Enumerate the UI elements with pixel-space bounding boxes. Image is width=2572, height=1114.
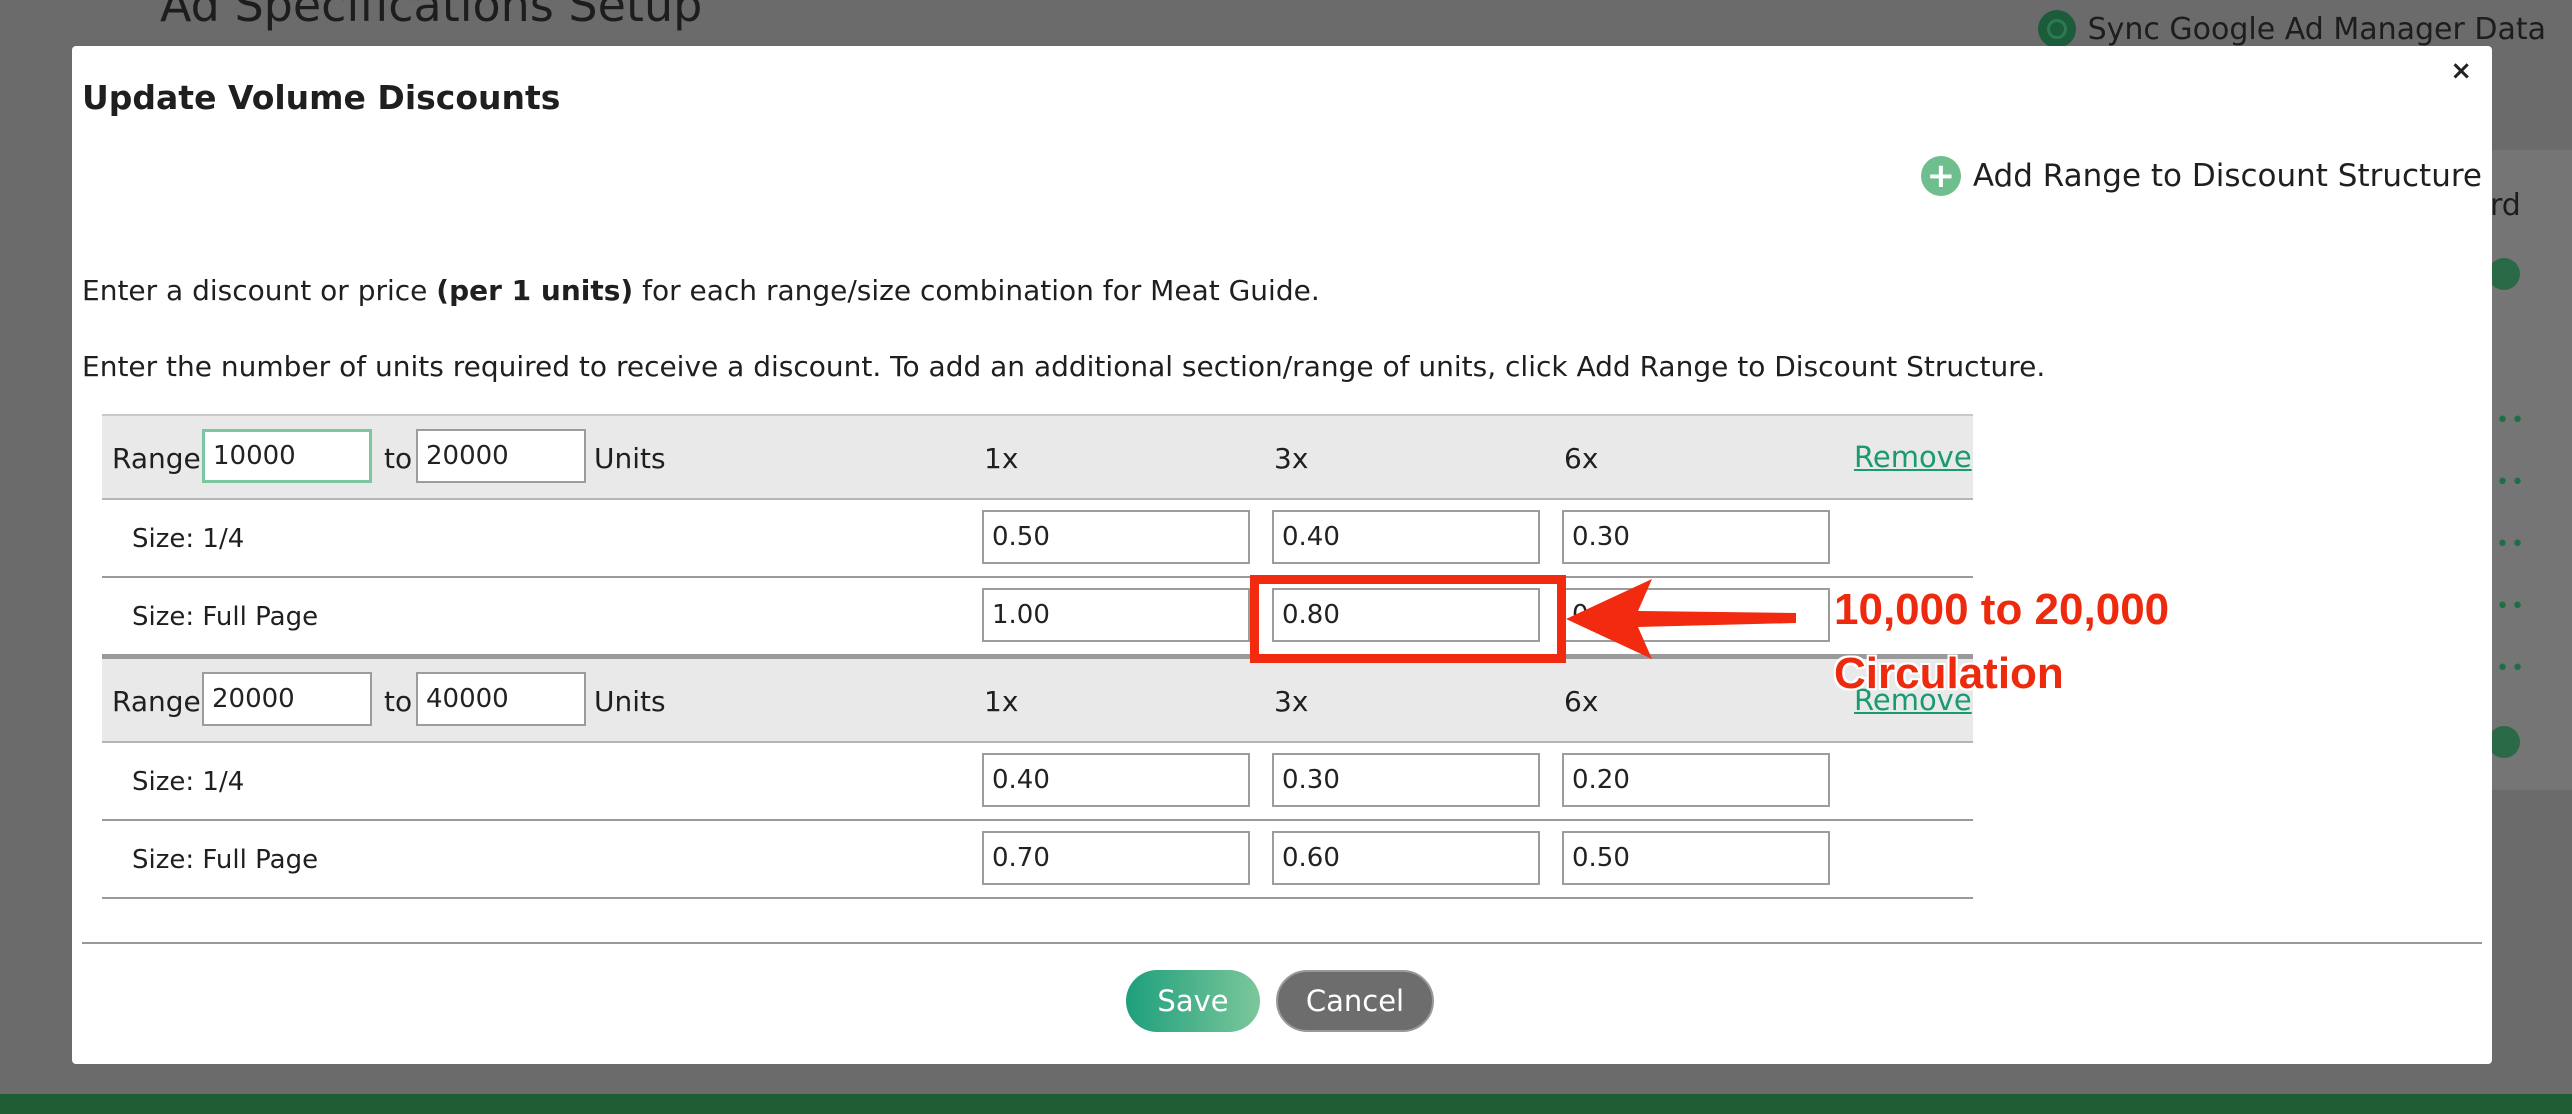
price-input-3x[interactable] <box>1272 510 1540 564</box>
background-footer-bar <box>0 1094 2572 1114</box>
size-label: Size: Full Page <box>132 602 319 632</box>
volume-discounts-modal: Update Volume Discounts × + Add Range to… <box>72 46 2492 1064</box>
background-page-title: Ad Specifications Setup <box>160 0 703 32</box>
size-label: Size: 1/4 <box>132 524 245 554</box>
annotation-text: 10,000 to 20,000 Circulation <box>1834 578 2169 706</box>
add-range-button[interactable]: + Add Range to Discount Structure <box>1920 156 2482 196</box>
size-row: Size: 1/4 <box>102 500 1973 578</box>
range-to-input[interactable] <box>416 429 586 483</box>
background-more-icon: •• <box>2496 470 2526 495</box>
sync-icon <box>2037 10 2076 48</box>
header-3x: 3x <box>1274 685 1309 718</box>
annotation-highlight-box <box>1250 575 1566 663</box>
price-input-3x[interactable] <box>1272 753 1540 807</box>
background-add-icon <box>2488 726 2520 758</box>
range-header-row: Range: to Units 1x 3x 6x Remove <box>102 414 1973 500</box>
modal-title: Update Volume Discounts <box>82 78 561 117</box>
save-button[interactable]: Save <box>1126 970 1260 1032</box>
price-input-6x[interactable] <box>1562 510 1830 564</box>
size-label: Size: Full Page <box>132 845 319 875</box>
price-input-1x[interactable] <box>982 831 1250 885</box>
footer-divider <box>82 942 2482 944</box>
background-more-icon: •• <box>2496 408 2526 433</box>
price-input-3x[interactable] <box>1272 831 1540 885</box>
instruction-units: Enter the number of units required to re… <box>82 350 2046 383</box>
instruction-discount: Enter a discount or price (per 1 units) … <box>82 274 1320 307</box>
range-from-input[interactable] <box>202 672 372 726</box>
price-input-1x[interactable] <box>982 753 1250 807</box>
price-input-1x[interactable] <box>982 510 1250 564</box>
range-from-input[interactable] <box>202 429 372 483</box>
price-input-6x[interactable] <box>1562 831 1830 885</box>
sync-google-ad-manager-link: Sync Google Ad Manager Data <box>2037 10 2546 48</box>
background-add-icon <box>2488 258 2520 290</box>
units-label: Units <box>594 685 666 718</box>
close-icon[interactable]: × <box>2450 56 2472 86</box>
range-to-input[interactable] <box>416 672 586 726</box>
header-6x: 6x <box>1564 442 1599 475</box>
range-label: Range: <box>112 442 211 475</box>
background-side-text: rd <box>2490 188 2521 223</box>
background-more-icon: •• <box>2496 532 2526 557</box>
annotation-line-1: 10,000 to 20,000 <box>1834 585 2170 634</box>
header-3x: 3x <box>1274 442 1309 475</box>
annotation-arrow-icon <box>1566 579 1796 659</box>
background-more-icon: •• <box>2496 594 2526 619</box>
header-1x: 1x <box>984 442 1019 475</box>
size-row: Size: Full Page <box>102 821 1973 899</box>
price-input-1x[interactable] <box>982 588 1250 642</box>
size-label: Size: 1/4 <box>132 767 245 797</box>
range-header-row: Range: to Units 1x 3x 6x Remove <box>102 656 1973 743</box>
remove-range-link[interactable]: Remove <box>1854 440 1972 474</box>
size-row: Size: 1/4 <box>102 743 1973 821</box>
add-range-label: Add Range to Discount Structure <box>1972 158 2482 194</box>
sync-label: Sync Google Ad Manager Data <box>2087 11 2546 47</box>
header-6x: 6x <box>1564 685 1599 718</box>
cancel-button[interactable]: Cancel <box>1276 970 1434 1032</box>
price-input-6x[interactable] <box>1562 753 1830 807</box>
header-1x: 1x <box>984 685 1019 718</box>
units-label: Units <box>594 442 666 475</box>
to-label: to <box>384 442 413 475</box>
annotation-line-2: Circulation <box>1834 649 2064 698</box>
to-label: to <box>384 685 413 718</box>
plus-circle-icon: + <box>1920 156 1961 196</box>
background-more-icon: •• <box>2496 656 2526 681</box>
range-label: Range: <box>112 685 211 718</box>
